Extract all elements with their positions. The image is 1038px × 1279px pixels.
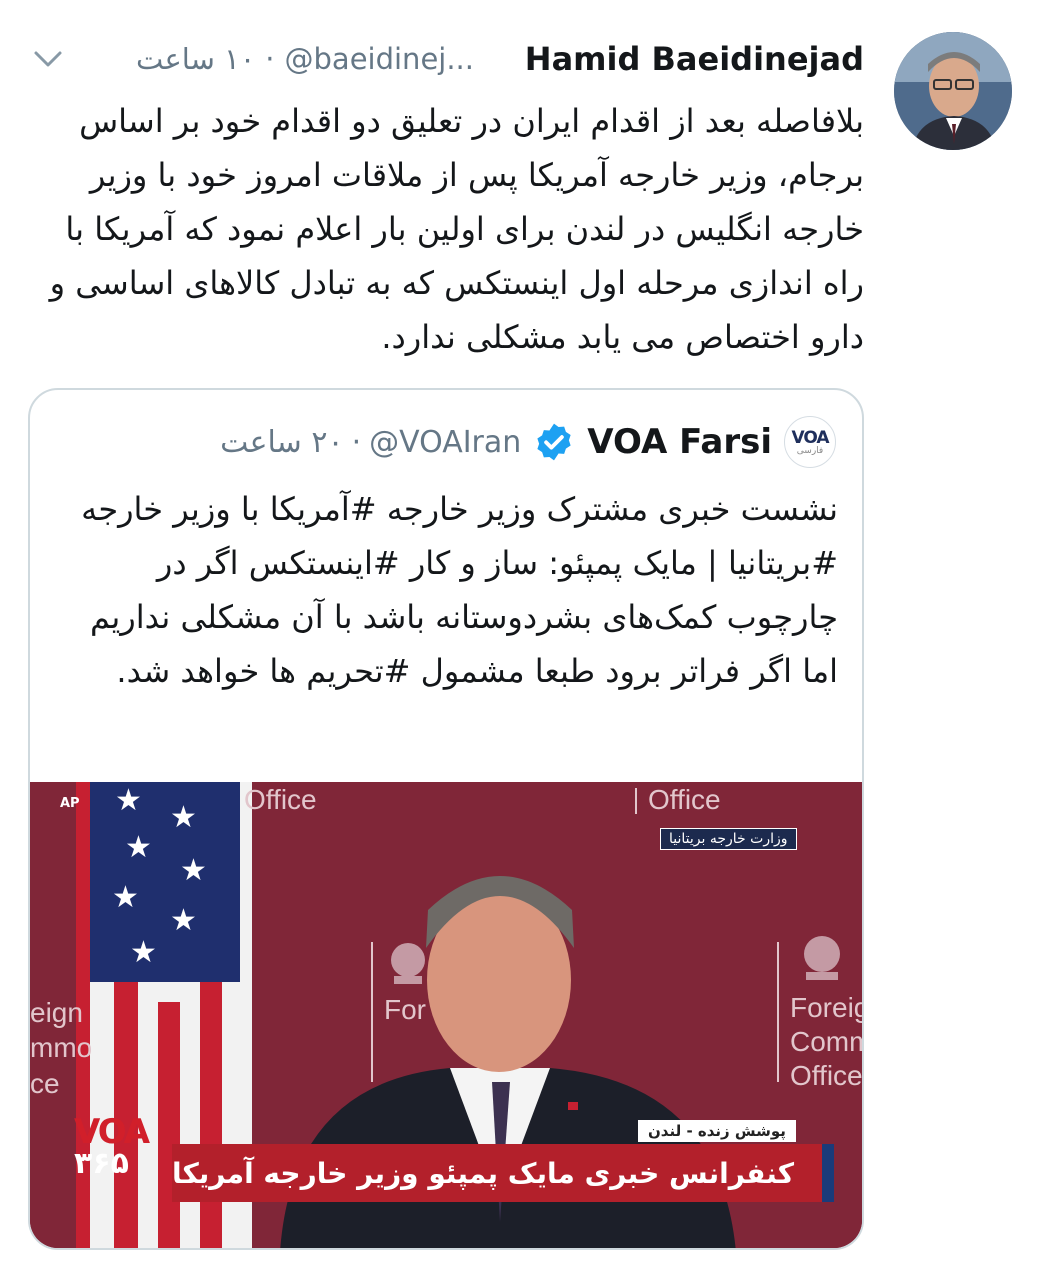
svg-text:★: ★ (115, 783, 142, 818)
svg-text:★: ★ (125, 830, 152, 865)
voa-logo-subtext: فارسی (796, 446, 824, 456)
tweet-header: ۱۰ ساعت · @baeidinej... Hamid Baeidineja… (30, 34, 864, 84)
backdrop-left-line-1: eign (30, 997, 83, 1028)
ministry-tag: وزارت خارجه بریتانیا (660, 828, 797, 850)
quoted-tweet-header: ۲۰ ساعت · @VOAIran VOA Farsi VOA فارسی (30, 416, 862, 468)
live-coverage-tag: پوشش زنده - لندن (638, 1120, 796, 1142)
svg-text:★: ★ (180, 853, 207, 888)
royal-crest-icon (804, 936, 840, 980)
quoted-tweet-video[interactable]: ★ ★ ★ ★ ★ ★ ★ AP Office Office eign mmo … (30, 782, 864, 1248)
svg-text:★: ★ (130, 935, 157, 970)
backdrop-left-line-2: mmo (30, 1032, 93, 1063)
voa-farsi-logo: VOA فارسی (784, 416, 836, 468)
backdrop-left-line-3: ce (30, 1068, 60, 1099)
quoted-tweet-text: نشست خبری مشترک وزیر خارجه #آمریکا با وز… (81, 490, 838, 690)
backdrop-office-right: Office (648, 784, 721, 815)
backdrop-podium-fragment: For (384, 994, 426, 1025)
backdrop-right-line-2: Comm (790, 1026, 862, 1057)
avatar-photo (894, 32, 1012, 150)
quoted-tweet-meta: ۲۰ ساعت · @VOAIran (220, 425, 521, 460)
backdrop-right-line-1: Foreig (790, 992, 864, 1023)
tweet-time[interactable]: ۱۰ ساعت (136, 42, 255, 76)
meta-separator: · (351, 424, 362, 460)
backdrop-right-line-3: Office (790, 1060, 863, 1091)
backdrop-office-left: Office (244, 784, 317, 815)
agency-tag: AP (60, 796, 80, 811)
chevron-down-icon[interactable] (30, 44, 66, 74)
author-avatar[interactable] (894, 32, 1012, 150)
caption-edge (822, 1144, 834, 1202)
news-caption-bar: کنفرانس خبری مایک پمپئو وزیر خارجه آمریک… (172, 1144, 834, 1202)
quoted-tweet-time: ۲۰ ساعت (220, 424, 344, 460)
meta-separator: · (265, 42, 275, 76)
svg-text:★: ★ (112, 880, 139, 915)
verified-badge-icon (537, 423, 571, 461)
tweet-meta: ۱۰ ساعت · @baeidinej... (136, 42, 474, 76)
news-caption: کنفرانس خبری مایک پمپئو وزیر خارجه آمریک… (172, 1156, 794, 1190)
author-handle[interactable]: @baeidinej... (285, 42, 474, 76)
royal-crest-icon (391, 943, 425, 984)
svg-text:★: ★ (170, 800, 197, 835)
quoted-author-handle: @VOAIran (369, 424, 522, 460)
svg-text:★: ★ (170, 903, 197, 938)
voa-logo-text: VOA (791, 428, 829, 448)
voa365-logo: VOA ۳۶۵ (74, 1112, 150, 1181)
quoted-tweet-card[interactable]: ۲۰ ساعت · @VOAIran VOA Farsi VOA فارسی ن… (28, 388, 864, 1250)
author-name[interactable]: Hamid Baeidinejad (525, 40, 864, 78)
quoted-author-name: VOA Farsi (587, 422, 772, 462)
tweet-text: بلافاصله بعد از اقدام ایران در تعلیق دو … (49, 102, 864, 356)
